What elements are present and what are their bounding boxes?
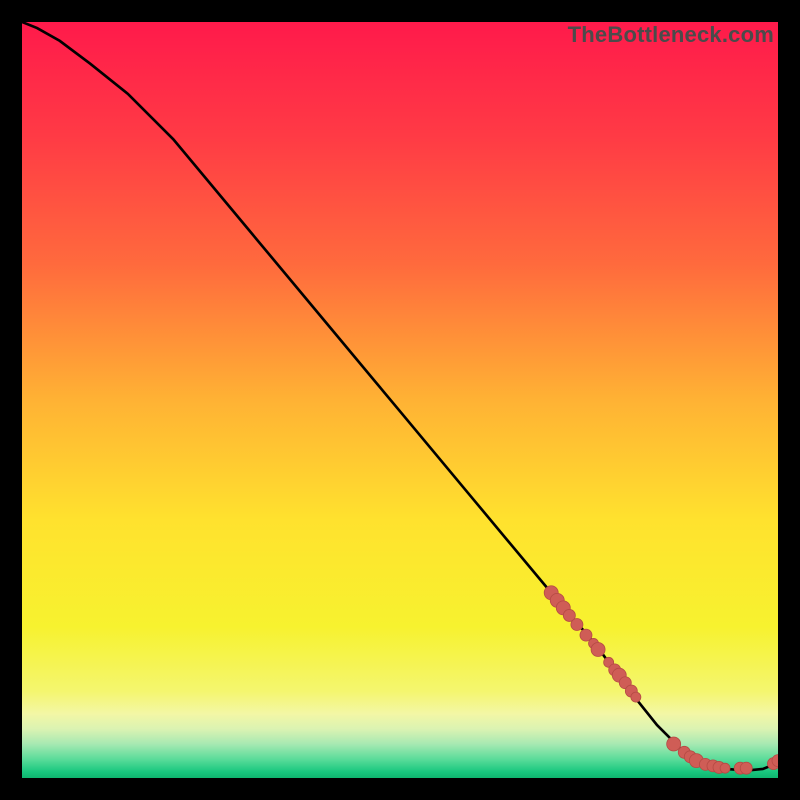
data-point (571, 619, 583, 631)
data-point (591, 642, 605, 656)
data-point (631, 692, 641, 702)
plot-area: TheBottleneck.com (22, 22, 778, 778)
curve-layer (22, 22, 778, 778)
curve-markers (544, 586, 778, 774)
data-point (740, 762, 752, 774)
bottleneck-curve (22, 22, 778, 770)
data-point (667, 737, 681, 751)
data-point (720, 763, 730, 773)
chart-stage: TheBottleneck.com (0, 0, 800, 800)
